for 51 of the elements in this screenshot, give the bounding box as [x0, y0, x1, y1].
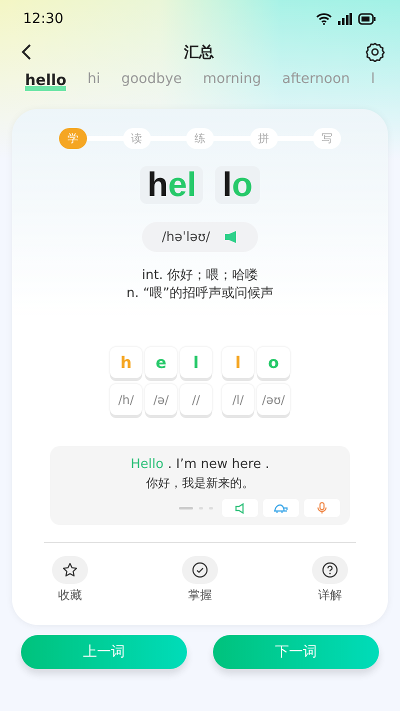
step-tab[interactable]: 拼: [250, 128, 278, 149]
battery-icon: [358, 13, 376, 25]
action-button[interactable]: [52, 556, 88, 584]
page-title: 汇总: [184, 42, 214, 62]
settings-icon[interactable]: [365, 42, 385, 62]
letter-tile[interactable]: h: [110, 347, 142, 378]
action-button[interactable]: [312, 556, 348, 584]
pronunciation-button[interactable]: /həˈləʊ/: [142, 222, 258, 252]
letter-tile[interactable]: o: [257, 347, 290, 378]
signal-icon: [338, 13, 352, 25]
definition-text: n. “喂”的招呼声或问候声: [126, 285, 274, 303]
letter-tile[interactable]: l: [222, 347, 254, 378]
nav-button[interactable]: 上一词: [21, 635, 187, 669]
word-tab[interactable]: hi: [87, 71, 100, 89]
speaker-icon: [235, 502, 245, 514]
action-label: 详解: [318, 587, 342, 604]
step-tab[interactable]: 练: [186, 128, 214, 149]
action-label: 收藏: [58, 587, 82, 604]
step-tab[interactable]: 读: [122, 128, 150, 149]
step-tab[interactable]: 学: [59, 128, 87, 149]
speaker-icon: [224, 230, 238, 244]
slow-play-button[interactable]: [263, 499, 299, 517]
action-button[interactable]: [182, 556, 218, 584]
phoneme-tile[interactable]: //: [180, 384, 212, 415]
letter-tile[interactable]: e: [145, 347, 178, 378]
word-tab[interactable]: l: [370, 71, 375, 89]
help-icon: [322, 562, 338, 578]
back-icon[interactable]: [21, 44, 33, 60]
microphone-icon: [317, 502, 327, 514]
phoneme-tile[interactable]: /h/: [110, 384, 142, 415]
phoneme-tile[interactable]: /l/: [222, 384, 254, 415]
example-sentence: Hello . I’m new here .: [130, 456, 270, 473]
word-tab[interactable]: hello: [25, 71, 66, 91]
word-tab[interactable]: afternoon: [282, 71, 350, 89]
nav-button[interactable]: 下一词: [213, 635, 379, 669]
check-circle-icon: [192, 562, 208, 578]
letter-tile[interactable]: l: [180, 347, 212, 378]
syllable-block: lo: [215, 166, 260, 204]
action-label: 掌握: [188, 587, 212, 604]
status-time: 12:30: [23, 11, 64, 27]
turtle-icon: [274, 504, 288, 512]
wifi-icon: [316, 13, 332, 25]
phoneme-tile[interactable]: /ə/: [145, 384, 178, 415]
syllable-block: hel: [140, 166, 204, 204]
example-translation: 你好，我是新来的。: [146, 475, 254, 492]
word-tab[interactable]: goodbye: [121, 71, 182, 89]
step-tab[interactable]: 写: [313, 128, 341, 149]
star-icon: [62, 562, 78, 578]
word-tab[interactable]: morning: [202, 71, 262, 89]
definition-text: int. 你好；喂；哈喽: [140, 267, 260, 285]
phoneme-tile[interactable]: /əʊ/: [257, 384, 290, 415]
